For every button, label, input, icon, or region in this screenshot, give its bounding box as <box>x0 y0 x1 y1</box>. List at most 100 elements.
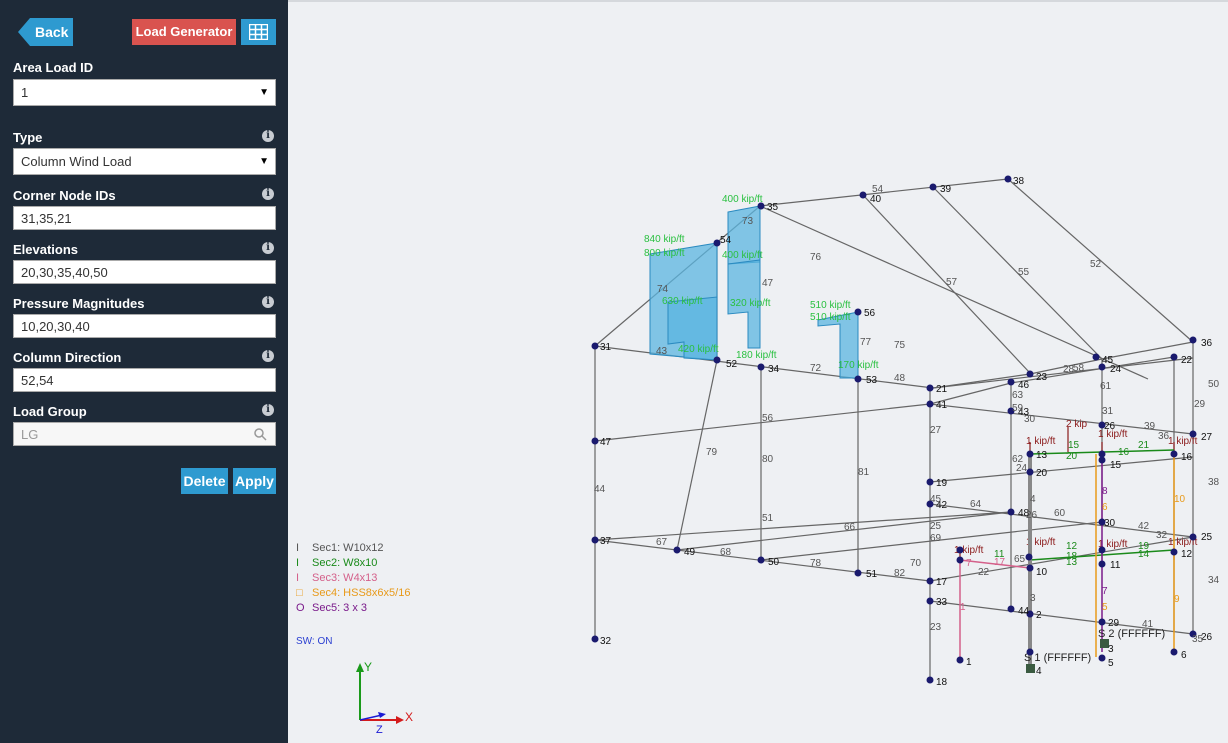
load-generator-button[interactable]: Load Generator <box>132 19 236 45</box>
svg-text:36: 36 <box>1158 431 1170 442</box>
info-icon[interactable]: i <box>262 350 274 362</box>
svg-text:39: 39 <box>1144 421 1156 432</box>
svg-text:39: 39 <box>940 184 952 195</box>
svg-text:58: 58 <box>1073 363 1085 374</box>
svg-text:11: 11 <box>1110 560 1121 571</box>
svg-text:75: 75 <box>894 340 906 351</box>
svg-text:5: 5 <box>1108 658 1114 669</box>
svg-text:320 kip/ft: 320 kip/ft <box>730 298 771 309</box>
svg-text:78: 78 <box>810 558 822 569</box>
legend-item: O Sec5: 3 x 3 <box>296 601 410 616</box>
svg-text:10: 10 <box>1174 494 1186 505</box>
info-icon[interactable]: i <box>262 296 274 308</box>
svg-text:25: 25 <box>1201 532 1213 543</box>
type-label: Type <box>13 130 43 145</box>
section-icon: □ <box>296 587 303 599</box>
legend-label: Sec4: HSS8x6x5/16 <box>312 587 411 599</box>
svg-text:65: 65 <box>1014 554 1026 565</box>
svg-text:54: 54 <box>720 235 732 246</box>
svg-text:26: 26 <box>1026 510 1038 521</box>
svg-text:54: 54 <box>872 184 884 195</box>
corner-node-ids-input[interactable]: 31,35,21 <box>13 206 276 230</box>
svg-text:51: 51 <box>866 569 878 580</box>
legend-label: Sec5: 3 x 3 <box>312 602 368 614</box>
svg-text:41: 41 <box>1142 619 1154 630</box>
y-axis-label: Y <box>364 660 372 674</box>
model-viewport[interactable]: 400 kip/ft 840 kip/ft 800 kip/ft 400 kip… <box>288 0 1228 743</box>
column-direction-input[interactable]: 52,54 <box>13 368 276 392</box>
legend-item: I Sec1: W10x12 <box>296 541 410 556</box>
support-labels: S 1 (FFFFFF) S 2 (FFFFFF) <box>1024 628 1165 664</box>
area-load-id-select[interactable]: 1 ▼ <box>13 79 276 106</box>
svg-text:19: 19 <box>936 478 948 489</box>
section-icon: I <box>296 557 300 569</box>
load-group-label: Load Group <box>13 404 87 419</box>
svg-text:34: 34 <box>768 364 780 375</box>
svg-text:72: 72 <box>810 363 822 374</box>
legend-item: I Sec2: W8x10 <box>296 556 410 571</box>
svg-text:35: 35 <box>767 202 779 213</box>
pressure-magnitudes-input[interactable]: 10,20,30,40 <box>13 314 276 338</box>
info-icon[interactable]: i <box>262 188 274 200</box>
self-weight-status: SW: ON <box>296 636 333 647</box>
back-button[interactable]: Back <box>18 18 73 46</box>
svg-text:15: 15 <box>1068 440 1080 451</box>
svg-text:13: 13 <box>1036 450 1048 461</box>
svg-text:79: 79 <box>706 447 718 458</box>
svg-text:17: 17 <box>994 557 1006 568</box>
area-load-id-value: 1 <box>21 85 29 100</box>
svg-text:57: 57 <box>946 277 958 288</box>
delete-button[interactable]: Delete <box>181 468 228 494</box>
svg-text:25: 25 <box>930 521 942 532</box>
svg-text:69: 69 <box>930 533 942 544</box>
svg-text:43: 43 <box>656 346 668 357</box>
svg-text:21: 21 <box>936 384 948 395</box>
svg-text:63: 63 <box>1012 390 1024 401</box>
svg-text:23: 23 <box>930 622 942 633</box>
svg-text:20: 20 <box>1066 451 1078 462</box>
svg-text:9: 9 <box>1174 594 1180 605</box>
svg-text:53: 53 <box>866 375 878 386</box>
svg-text:37: 37 <box>600 536 612 547</box>
svg-text:73: 73 <box>742 216 754 227</box>
info-icon[interactable]: i <box>262 404 274 416</box>
svg-text:47: 47 <box>600 437 612 448</box>
svg-text:56: 56 <box>864 308 876 319</box>
svg-text:42: 42 <box>1138 521 1150 532</box>
svg-text:40: 40 <box>870 194 882 205</box>
svg-text:24: 24 <box>1110 364 1122 375</box>
svg-text:59: 59 <box>1012 403 1024 414</box>
svg-text:52: 52 <box>726 359 738 370</box>
type-select[interactable]: Column Wind Load ▼ <box>13 148 276 175</box>
svg-text:31: 31 <box>1102 406 1114 417</box>
svg-text:21: 21 <box>1138 440 1150 451</box>
svg-text:56: 56 <box>762 413 774 424</box>
svg-text:14: 14 <box>1138 549 1150 560</box>
legend-item: □ Sec4: HSS8x6x5/16 <box>296 586 410 601</box>
info-icon[interactable]: i <box>262 130 274 142</box>
svg-text:400 kip/ft: 400 kip/ft <box>722 194 763 205</box>
svg-text:47: 47 <box>762 278 774 289</box>
svg-text:52: 52 <box>1090 259 1102 270</box>
svg-text:5: 5 <box>1102 602 1108 613</box>
svg-text:30: 30 <box>1104 518 1116 529</box>
structural-model[interactable]: 400 kip/ft 840 kip/ft 800 kip/ft 400 kip… <box>288 2 1228 743</box>
svg-text:2 kip: 2 kip <box>1066 419 1088 430</box>
column-direction-label: Column Direction <box>13 350 122 365</box>
table-view-button[interactable] <box>241 19 276 45</box>
section-icon: O <box>296 602 305 614</box>
elevations-input[interactable]: 20,30,35,40,50 <box>13 260 276 284</box>
svg-text:1 kip/ft: 1 kip/ft <box>1168 436 1198 447</box>
svg-text:16: 16 <box>1118 447 1130 458</box>
svg-text:13: 13 <box>1066 557 1078 568</box>
info-icon[interactable]: i <box>262 242 274 254</box>
apply-button[interactable]: Apply <box>233 468 276 494</box>
svg-text:20: 20 <box>1036 468 1048 479</box>
z-axis-label: Z <box>376 724 383 736</box>
svg-text:81: 81 <box>858 467 870 478</box>
svg-text:16: 16 <box>1181 452 1193 463</box>
svg-text:S 2 (FFFFFF): S 2 (FFFFFF) <box>1098 628 1165 640</box>
svg-text:510 kip/ft: 510 kip/ft <box>810 300 851 311</box>
svg-text:27: 27 <box>1201 432 1213 443</box>
load-group-input[interactable]: LG <box>13 422 276 446</box>
